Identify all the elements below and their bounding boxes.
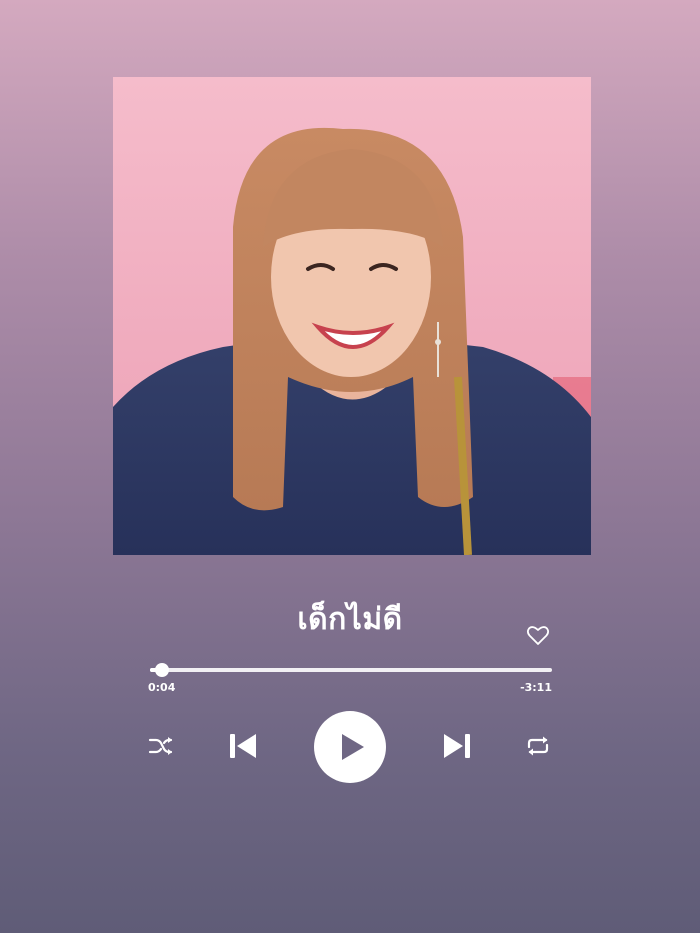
repeat-button[interactable]: [524, 733, 552, 759]
album-cover-image: [113, 77, 591, 555]
like-button[interactable]: [526, 624, 550, 646]
skip-next-icon: [444, 734, 470, 758]
play-button[interactable]: [314, 711, 386, 783]
progress-knob[interactable]: [155, 663, 170, 677]
repeat-icon: [527, 736, 549, 756]
heart-icon: [526, 626, 550, 645]
shuffle-icon: [148, 737, 173, 755]
play-icon: [342, 734, 364, 760]
progress-bar[interactable]: [150, 663, 552, 677]
remaining-time: -3:11: [520, 681, 552, 694]
shuffle-button[interactable]: [147, 733, 175, 759]
skip-previous-icon: [230, 734, 256, 758]
next-button[interactable]: [440, 730, 474, 762]
elapsed-time: 0:04: [148, 681, 176, 694]
track-title: เด็กไม่ดี: [297, 602, 403, 637]
previous-button[interactable]: [226, 730, 260, 762]
album-art: [113, 77, 591, 555]
